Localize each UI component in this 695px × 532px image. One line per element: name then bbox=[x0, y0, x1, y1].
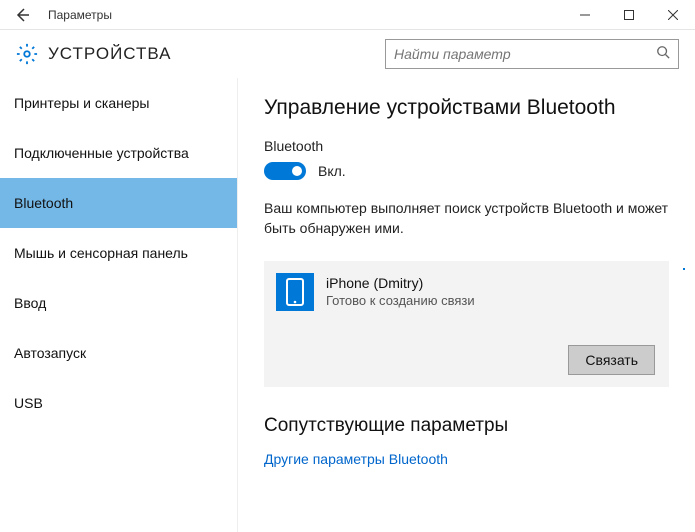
sidebar-item-label: Подключенные устройства bbox=[14, 145, 189, 161]
more-bluetooth-link[interactable]: Другие параметры Bluetooth bbox=[264, 451, 669, 467]
gear-icon bbox=[12, 39, 42, 69]
device-name: iPhone (Dmitry) bbox=[326, 275, 655, 291]
search-input[interactable] bbox=[394, 46, 656, 62]
sidebar-item-label: Bluetooth bbox=[14, 195, 73, 211]
device-card[interactable]: iPhone (Dmitry) Готово к созданию связи … bbox=[264, 261, 669, 387]
status-description: Ваш компьютер выполняет поиск устройств … bbox=[264, 198, 669, 239]
device-status: Готово к созданию связи bbox=[326, 293, 655, 308]
content: Управление устройствами Bluetooth Blueto… bbox=[238, 78, 695, 532]
search-box[interactable] bbox=[385, 39, 679, 69]
header: УСТРОЙСТВА bbox=[0, 30, 695, 78]
arrow-left-icon bbox=[14, 7, 30, 23]
sidebar-item-label: Ввод bbox=[14, 295, 46, 311]
toggle-state: Вкл. bbox=[318, 163, 346, 179]
sidebar-item-bluetooth[interactable]: Bluetooth bbox=[0, 178, 237, 228]
sidebar-item-label: Мышь и сенсорная панель bbox=[14, 245, 188, 261]
window-title: Параметры bbox=[44, 8, 563, 22]
minimize-button[interactable] bbox=[563, 0, 607, 30]
sidebar-item-connected-devices[interactable]: Подключенные устройства bbox=[0, 128, 237, 178]
titlebar: Параметры bbox=[0, 0, 695, 30]
sidebar-item-mouse[interactable]: Мышь и сенсорная панель bbox=[0, 228, 237, 278]
sidebar: Принтеры и сканеры Подключенные устройст… bbox=[0, 78, 238, 532]
toggle-label: Bluetooth bbox=[264, 138, 669, 154]
section-title: УСТРОЙСТВА bbox=[48, 44, 385, 64]
page-title: Управление устройствами Bluetooth bbox=[264, 96, 669, 120]
sidebar-item-label: Автозапуск bbox=[14, 345, 86, 361]
sidebar-item-label: Принтеры и сканеры bbox=[14, 95, 149, 111]
back-button[interactable] bbox=[0, 0, 44, 30]
search-icon bbox=[656, 45, 670, 64]
sidebar-item-usb[interactable]: USB bbox=[0, 378, 237, 428]
sidebar-item-autoplay[interactable]: Автозапуск bbox=[0, 328, 237, 378]
related-heading: Сопутствующие параметры bbox=[264, 415, 669, 437]
bluetooth-toggle[interactable] bbox=[264, 162, 306, 180]
activity-indicator-icon bbox=[683, 268, 685, 270]
pair-button[interactable]: Связать bbox=[568, 345, 655, 375]
toggle-knob bbox=[292, 166, 302, 176]
maximize-button[interactable] bbox=[607, 0, 651, 30]
sidebar-item-typing[interactable]: Ввод bbox=[0, 278, 237, 328]
close-button[interactable] bbox=[651, 0, 695, 30]
phone-icon bbox=[276, 273, 314, 311]
sidebar-item-printers[interactable]: Принтеры и сканеры bbox=[0, 78, 237, 128]
window-controls bbox=[563, 0, 695, 30]
sidebar-item-label: USB bbox=[14, 395, 43, 411]
